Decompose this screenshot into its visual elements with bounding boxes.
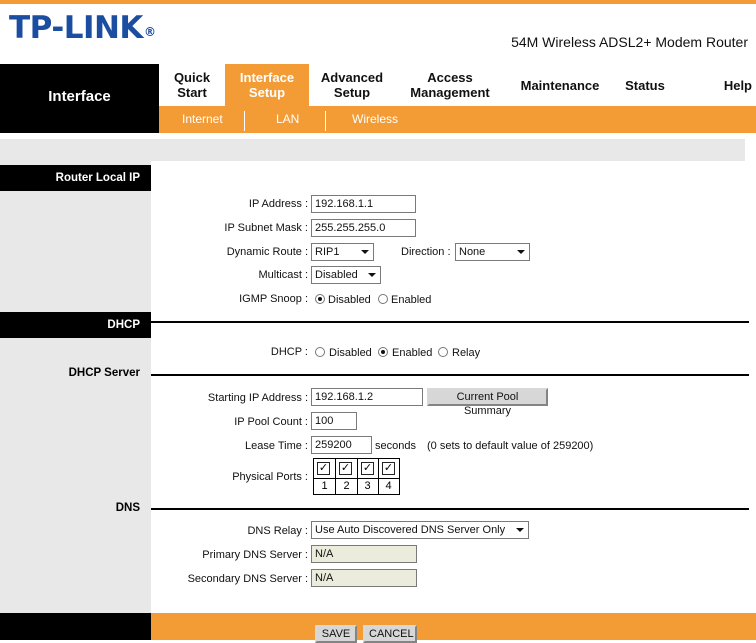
- multicast-value: Disabled: [315, 269, 358, 281]
- footer-bar: [151, 613, 756, 640]
- physical-ports-label: Physical Ports :: [232, 471, 308, 483]
- primary-dns-label: Primary DNS Server :: [202, 549, 308, 561]
- tp-link-logo: TP-LINK®: [9, 10, 156, 46]
- tab-quick-start[interactable]: Quick Start: [159, 64, 225, 106]
- port-4-number: 4: [385, 480, 392, 492]
- subnet-mask-label: IP Subnet Mask :: [224, 222, 308, 234]
- subnet-mask-input[interactable]: [311, 219, 416, 237]
- ip-pool-count-label: IP Pool Count :: [234, 416, 308, 428]
- igmp-enabled-text: Enabled: [391, 294, 432, 306]
- dynamic-route-select[interactable]: RIP1: [311, 243, 374, 261]
- port-2-number: 2: [343, 480, 350, 492]
- product-name: 54M Wireless ADSL2+ Modem Router: [511, 34, 748, 50]
- port-1-checkbox[interactable]: ✓: [317, 462, 330, 475]
- port-grid-divider: [314, 478, 399, 479]
- subtab-wireless[interactable]: Wireless: [352, 112, 398, 126]
- content-top-strip: [0, 139, 756, 161]
- subnav-divider: [244, 111, 245, 131]
- header-accent-line: [0, 0, 756, 4]
- starting-ip-label: Starting IP Address :: [207, 392, 308, 404]
- dns-relay-select[interactable]: Use Auto Discovered DNS Server Only: [311, 521, 529, 539]
- section-dhcp-server: DHCP Server: [68, 367, 140, 379]
- multicast-label: Multicast :: [258, 269, 308, 281]
- section-divider: [151, 374, 749, 376]
- igmp-disabled-text: Disabled: [328, 294, 371, 306]
- current-pool-summary-button[interactable]: Current Pool Summary: [427, 388, 548, 417]
- section-divider: [151, 508, 749, 510]
- dns-relay-value: Use Auto Discovered DNS Server Only: [315, 524, 506, 536]
- chevron-down-icon: [368, 273, 376, 277]
- tab-maintenance[interactable]: Maintenance: [505, 64, 615, 106]
- tab-status[interactable]: Status: [615, 64, 675, 106]
- sub-nav: [159, 106, 756, 133]
- dhcp-enabled-text: Enabled: [392, 347, 433, 359]
- lease-time-unit: seconds: [375, 440, 416, 452]
- ip-address-label: IP Address :: [248, 198, 308, 210]
- physical-ports-grid: ✓ ✓ ✓ ✓ 1 2 3 4: [313, 458, 400, 495]
- port-1-number: 1: [321, 480, 328, 492]
- igmp-snoop-label: IGMP Snoop :: [239, 293, 308, 305]
- dns-relay-label: DNS Relay :: [247, 525, 308, 537]
- igmp-enabled-radio[interactable]: [378, 294, 388, 304]
- subnav-divider: [325, 111, 326, 131]
- primary-dns-input[interactable]: [311, 545, 417, 563]
- section-dns: DNS: [115, 502, 140, 514]
- tab-help[interactable]: Help: [700, 64, 756, 106]
- multicast-select[interactable]: Disabled: [311, 266, 381, 284]
- dhcp-enabled-radio[interactable]: [378, 347, 388, 357]
- tab-interface-setup[interactable]: Interface Setup: [225, 64, 309, 106]
- direction-label: Direction :: [401, 246, 451, 258]
- dynamic-route-value: RIP1: [315, 246, 340, 258]
- dhcp-relay-radio[interactable]: [438, 347, 448, 357]
- save-button[interactable]: SAVE: [315, 625, 357, 643]
- subtab-internet[interactable]: Internet: [182, 112, 223, 126]
- dhcp-disabled-text: Disabled: [329, 347, 372, 359]
- chevron-down-icon: [361, 250, 369, 254]
- lease-time-note: (0 sets to default value of 259200): [427, 440, 594, 452]
- igmp-disabled-radio[interactable]: [315, 294, 325, 304]
- dhcp-relay-text: Relay: [452, 347, 481, 359]
- lease-time-input[interactable]: [311, 436, 372, 454]
- section-dhcp: DHCP: [0, 312, 151, 338]
- registered-mark: ®: [143, 25, 156, 39]
- section-router-local-ip: Router Local IP: [0, 165, 151, 191]
- direction-select[interactable]: None: [455, 243, 530, 261]
- subtab-lan[interactable]: LAN: [276, 112, 299, 126]
- footer-left-panel: [0, 613, 151, 640]
- nav-section-title: Interface: [48, 88, 111, 105]
- starting-ip-input[interactable]: [311, 388, 423, 406]
- port-3-number: 3: [364, 480, 371, 492]
- port-3-checkbox[interactable]: ✓: [361, 462, 374, 475]
- ip-address-input[interactable]: [311, 195, 416, 213]
- section-sidebar: [0, 161, 151, 640]
- tab-advanced-setup[interactable]: Advanced Setup: [309, 64, 395, 106]
- ip-pool-count-input[interactable]: [311, 412, 357, 430]
- chevron-down-icon: [517, 250, 525, 254]
- secondary-dns-input[interactable]: [311, 569, 417, 587]
- dhcp-label: DHCP :: [270, 346, 308, 358]
- port-2-checkbox[interactable]: ✓: [339, 462, 352, 475]
- port-4-checkbox[interactable]: ✓: [382, 462, 395, 475]
- direction-value: None: [459, 246, 486, 258]
- secondary-dns-label: Secondary DNS Server :: [187, 573, 308, 585]
- lease-time-label: Lease Time :: [245, 440, 308, 452]
- chevron-down-icon: [516, 528, 524, 532]
- dynamic-route-label: Dynamic Route :: [226, 246, 308, 258]
- dhcp-disabled-radio[interactable]: [315, 347, 325, 357]
- cancel-button[interactable]: CANCEL: [363, 625, 417, 643]
- section-divider: [151, 321, 749, 323]
- content-top-strip-gap: [745, 139, 756, 161]
- tab-access-management[interactable]: Access Management: [395, 64, 505, 106]
- logo-text: TP-LINK: [9, 10, 143, 46]
